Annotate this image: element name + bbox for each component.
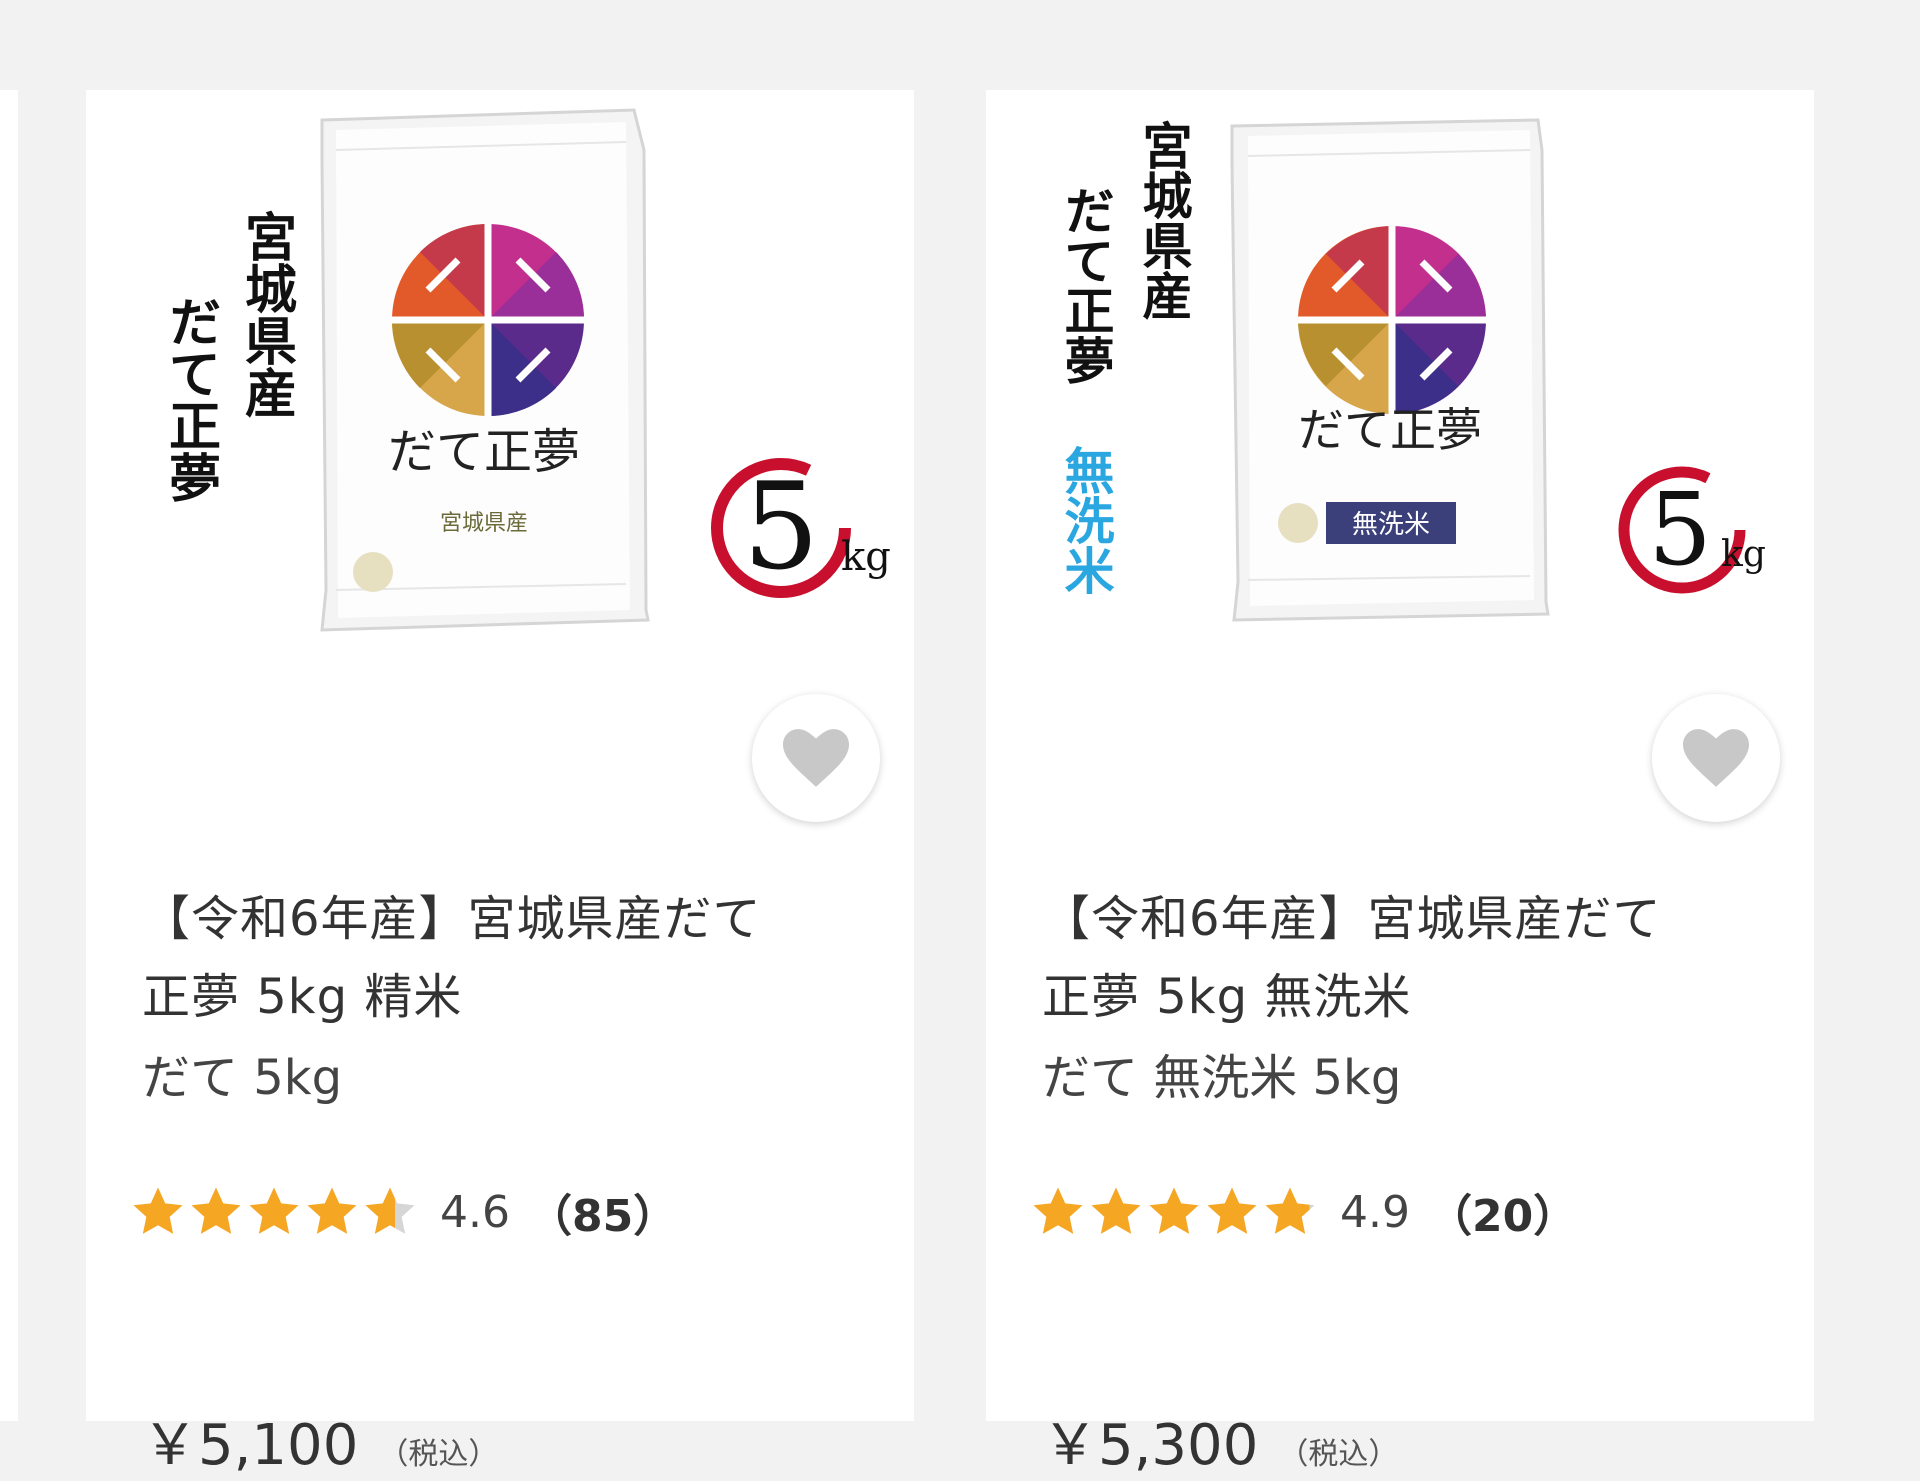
star-icon — [1265, 1187, 1315, 1234]
tax-note: （税込） — [1278, 1437, 1399, 1472]
star-icon — [133, 1187, 183, 1234]
image-vertical-text-3: 無洗米 — [1057, 445, 1116, 595]
product-card[interactable]: 宮城県産 だて正夢 だて正夢 宮城県産 5 kg 【令和6年産】宮城県産だて 正… — [86, 90, 914, 1478]
star-rating — [130, 1184, 418, 1240]
weight-number: 5 — [743, 458, 819, 597]
heart-icon — [1683, 729, 1749, 787]
product-title-line-2: 正夢 5kg 精米 — [142, 969, 463, 1025]
image-vertical-text-2: だて正夢 — [1057, 185, 1116, 385]
price-value: ￥5,100 — [142, 1413, 359, 1478]
bag-label-text: 無洗米 — [1352, 510, 1430, 540]
bag-logo-text: だて正夢 — [1298, 403, 1482, 457]
product-subtitle: だて 5kg — [142, 1050, 343, 1106]
heart-icon — [783, 729, 849, 787]
image-vertical-text-1: 宮城県産 — [236, 210, 297, 419]
star-icon — [307, 1187, 357, 1234]
product-title[interactable]: 【令和6年産】宮城県産だて 正夢 5kg 無洗米 — [1042, 880, 1742, 1036]
star-icon — [365, 1187, 415, 1234]
product-subtitle: だて 無洗米 5kg — [1042, 1050, 1402, 1106]
product-title-line-1: 【令和6年産】宮城県産だて — [1042, 891, 1662, 947]
image-vertical-text-1: 宮城県産 — [1135, 120, 1194, 321]
rating: 4.6 （85） — [130, 1180, 677, 1244]
product-image[interactable]: 宮城県産 だて正夢 無洗米 だて正夢 無洗米 5 kg — [986, 90, 1814, 670]
rating: 4.9 （20） — [1030, 1180, 1577, 1244]
star-icon — [1149, 1187, 1199, 1234]
product-title[interactable]: 【令和6年産】宮城県産だて 正夢 5kg 精米 — [142, 880, 842, 1036]
star-rating — [1030, 1184, 1318, 1240]
favorite-button[interactable] — [752, 694, 880, 822]
product-title-line-2: 正夢 5kg 無洗米 — [1042, 969, 1412, 1025]
price: ￥5,100 （税込） — [142, 1400, 498, 1481]
previous-product-card-edge — [0, 90, 18, 1421]
star-icon — [1207, 1187, 1257, 1234]
review-count[interactable]: （85） — [528, 1180, 677, 1244]
weight-unit: kg — [1721, 534, 1766, 575]
weight-unit: kg — [841, 534, 891, 580]
product-card[interactable]: 宮城県産 だて正夢 無洗米 だて正夢 無洗米 5 kg 【令和6年産】宮城県産だ… — [986, 90, 1814, 1478]
weight-number: 5 — [1648, 471, 1712, 588]
product-title-line-1: 【令和6年産】宮城県産だて — [142, 891, 762, 947]
rating-value: 4.6 — [440, 1186, 510, 1238]
bag-logo-text: だて正夢 — [388, 424, 580, 480]
favorite-button[interactable] — [1652, 694, 1780, 822]
image-vertical-text-2: だて正夢 — [160, 295, 221, 503]
star-icon — [249, 1187, 299, 1234]
star-icon — [1091, 1187, 1141, 1234]
price-value: ￥5,300 — [1042, 1413, 1259, 1478]
bag-label-text: 宮城県産 — [440, 511, 528, 536]
review-count[interactable]: （20） — [1428, 1180, 1577, 1244]
tax-note: （税込） — [378, 1437, 499, 1472]
star-icon — [191, 1187, 241, 1234]
rating-value: 4.9 — [1340, 1186, 1410, 1238]
product-image[interactable]: 宮城県産 だて正夢 だて正夢 宮城県産 5 kg — [86, 90, 914, 670]
star-icon — [1033, 1187, 1083, 1234]
price: ￥5,300 （税込） — [1042, 1400, 1398, 1481]
